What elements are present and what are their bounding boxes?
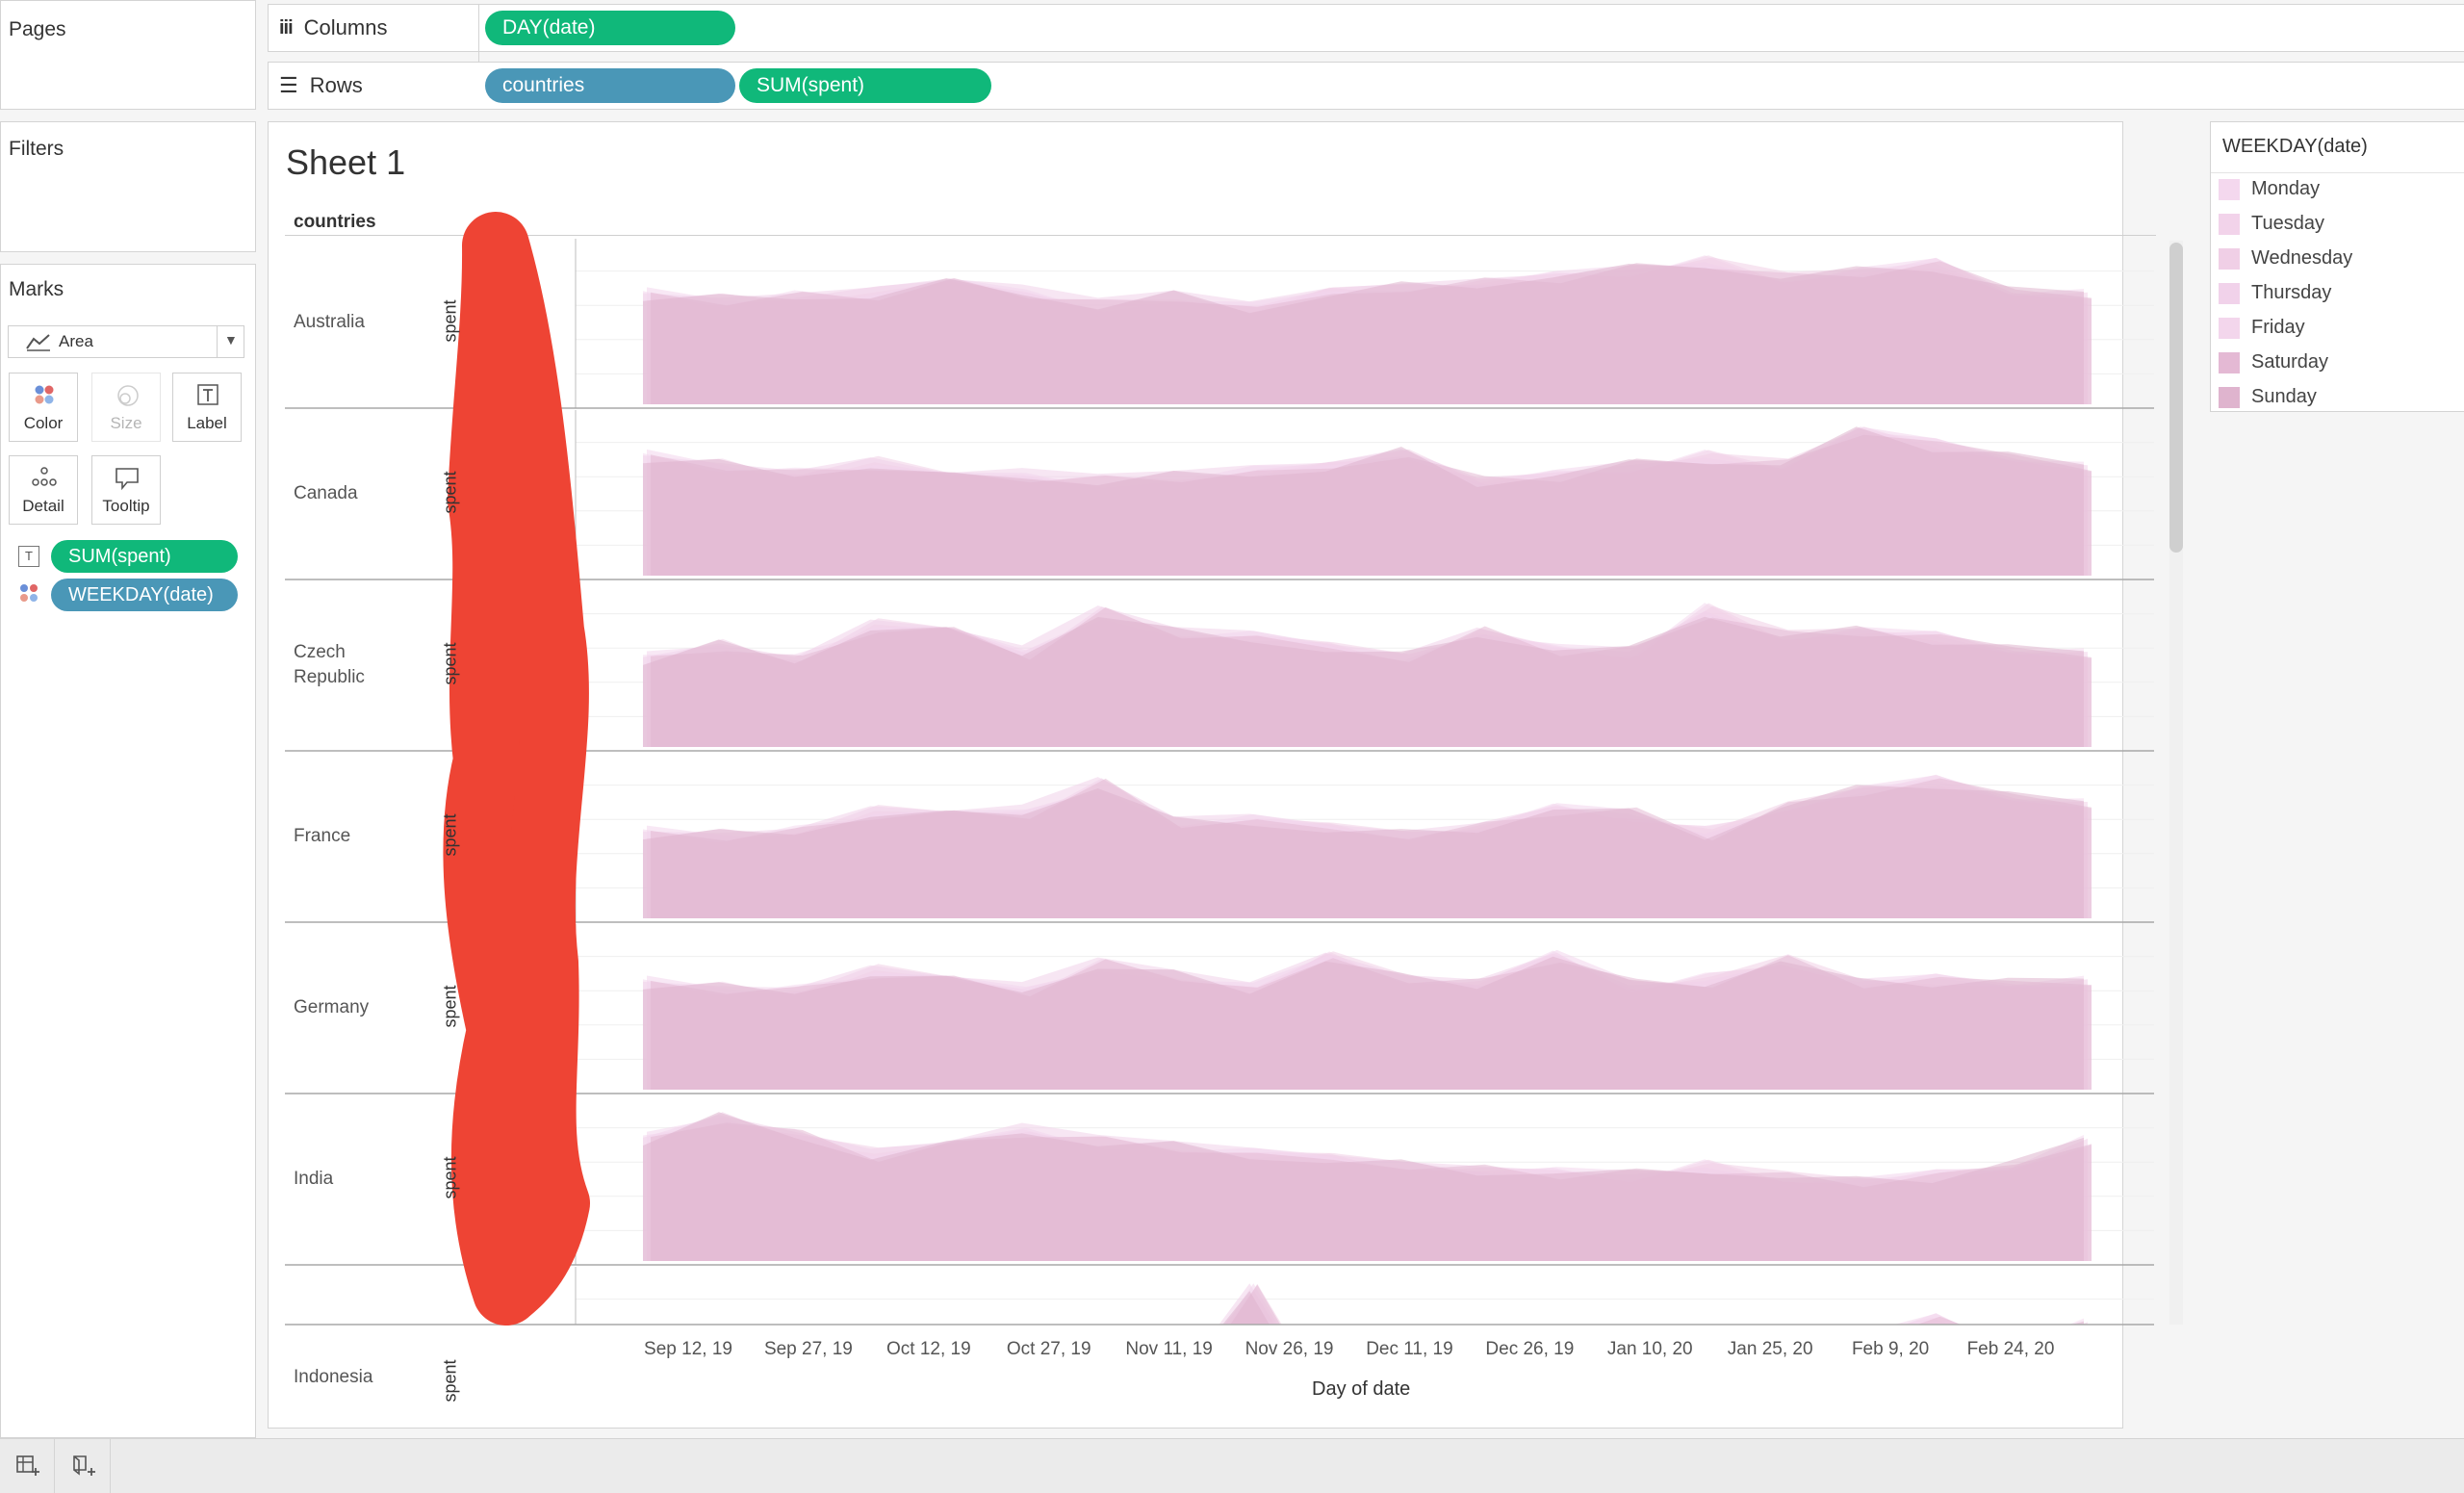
y-axis-title: spent (440, 471, 460, 514)
x-tick-label: Sep 12, 19 (644, 1339, 732, 1359)
country-label[interactable]: Czech Republic (294, 640, 409, 690)
x-tick-label: Oct 12, 19 (886, 1339, 971, 1359)
country-label[interactable]: Australia (294, 310, 409, 335)
legend-item[interactable]: Friday (2219, 317, 2305, 339)
legend-item[interactable]: Tuesday (2219, 213, 2324, 235)
legend-swatch (2219, 247, 2240, 270)
legend-label: Saturday (2251, 351, 2329, 373)
new-dashboard-button[interactable] (56, 1439, 111, 1493)
red-annotation-scribble (443, 212, 590, 1326)
country-label[interactable]: Germany (294, 995, 409, 1020)
new-worksheet-icon (16, 1455, 39, 1476)
x-tick-label: Dec 11, 19 (1366, 1339, 1453, 1359)
x-tick-label: Feb 24, 20 (1966, 1339, 2055, 1359)
country-label[interactable]: Indonesia (294, 1365, 409, 1390)
color-legend[interactable]: WEEKDAY(date) Monday Tuesday Wednesday Thur… (2210, 121, 2464, 412)
legend-swatch (2219, 317, 2240, 339)
legend-title-divider (2211, 172, 2464, 173)
y-axis-title: spent (440, 642, 460, 685)
legend-swatch (2219, 282, 2240, 304)
x-tick-label: Jan 25, 20 (1727, 1339, 1813, 1359)
legend-label: Sunday (2251, 386, 2317, 407)
new-worksheet-button[interactable] (0, 1439, 55, 1493)
y-axis-title: spent (440, 813, 460, 857)
bottom-tab-bar (0, 1438, 2464, 1493)
y-axis-title: spent (440, 1359, 460, 1403)
x-tick-label: Jan 10, 20 (1606, 1339, 1693, 1359)
x-tick-label: Dec 26, 19 (1485, 1339, 1575, 1359)
legend-swatch (2219, 178, 2240, 200)
x-tick-label: Nov 26, 19 (1245, 1339, 1334, 1359)
legend-swatch (2219, 386, 2240, 408)
x-tick-label: Nov 11, 19 (1125, 1339, 1213, 1359)
legend-item[interactable]: Wednesday (2219, 247, 2352, 270)
y-axis-title: spent (440, 985, 460, 1028)
legend-item[interactable]: Saturday (2219, 351, 2328, 373)
legend-label: Monday (2251, 178, 2321, 199)
y-axis-title: spent (440, 1156, 460, 1199)
legend-label: Friday (2251, 317, 2305, 338)
legend-title: WEEKDAY(date) (2222, 136, 2368, 157)
country-label[interactable]: Canada (294, 481, 409, 506)
country-label[interactable]: France (294, 824, 409, 849)
x-tick-label: Sep 27, 19 (763, 1339, 853, 1359)
legend-item[interactable]: Monday (2219, 178, 2320, 200)
legend-swatch (2219, 213, 2240, 235)
x-tick-label: Oct 27, 19 (1006, 1339, 1091, 1359)
legend-label: Tuesday (2251, 213, 2324, 234)
legend-swatch (2219, 351, 2240, 373)
new-dashboard-icon (73, 1455, 95, 1476)
legend-label: Wednesday (2251, 247, 2353, 269)
x-tick-label: Feb 9, 20 (1851, 1339, 1930, 1359)
legend-item[interactable]: Thursday (2219, 282, 2331, 304)
y-axis-title: spent (440, 299, 460, 343)
legend-item[interactable]: Sunday (2219, 386, 2317, 408)
legend-label: Thursday (2251, 282, 2332, 303)
country-label[interactable]: India (294, 1167, 409, 1192)
